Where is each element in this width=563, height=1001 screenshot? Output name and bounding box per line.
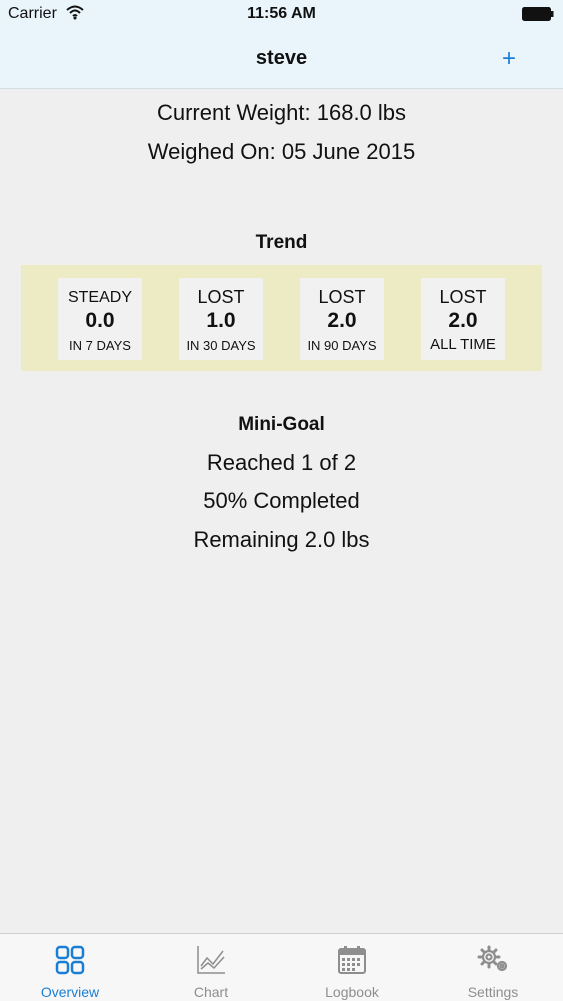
tab-label: Settings	[467, 984, 519, 1000]
trend-direction: LOST	[439, 287, 487, 307]
tab-settings[interactable]: Settings	[423, 934, 563, 1001]
trend-direction: STEADY	[67, 289, 132, 306]
calendar-icon	[338, 946, 366, 974]
tab-bar: Overview Chart Logbook Settings	[0, 933, 563, 1001]
tab-label: Logbook	[325, 984, 379, 1000]
status-time: 11:56 AM	[247, 5, 316, 22]
tab-label: Overview	[40, 984, 100, 1000]
trend-card-7-days: STEADY 0.0 IN 7 DAYS	[58, 278, 142, 360]
current-weight: Current Weight: 168.0 lbs	[156, 100, 407, 125]
trend-amount: 2.0	[327, 309, 357, 332]
top-bar: Carrier 11:56 AM steve +	[0, 0, 563, 89]
tab-overview[interactable]: Overview	[0, 934, 140, 1001]
trend-amount: 0.0	[85, 309, 115, 332]
add-button[interactable]: +	[496, 44, 522, 74]
goal-completed: 50% Completed	[203, 488, 360, 513]
trend-card-all-time: LOST 2.0 ALL TIME	[421, 278, 505, 360]
goal-remaining: Remaining 2.0 lbs	[193, 527, 370, 552]
battery-icon	[522, 7, 554, 21]
trend-amount: 1.0	[206, 309, 236, 332]
tab-logbook[interactable]: Logbook	[282, 934, 422, 1001]
gear-icon	[477, 945, 508, 972]
chart-icon	[197, 946, 225, 974]
trend-period: IN 7 DAYS	[69, 338, 131, 353]
page-title: steve	[255, 47, 308, 69]
trend-period: IN 30 DAYS	[186, 338, 256, 353]
mini-goal-heading: Mini-Goal	[238, 414, 325, 435]
trend-direction: LOST	[197, 287, 245, 307]
tab-label: Chart	[193, 984, 229, 1000]
grid-icon	[55, 945, 85, 975]
status-bar: Carrier 11:56 AM	[0, 0, 563, 30]
trend-card-30-days: LOST 1.0 IN 30 DAYS	[179, 278, 263, 360]
trend-panel: STEADY 0.0 IN 7 DAYS LOST 1.0 IN 30 DAYS…	[21, 265, 542, 371]
goal-reached: Reached 1 of 2	[206, 450, 357, 475]
trend-amount: 2.0	[448, 309, 478, 332]
trend-period: IN 90 DAYS	[307, 338, 377, 353]
tab-chart[interactable]: Chart	[141, 934, 281, 1001]
trend-card-90-days: LOST 2.0 IN 90 DAYS	[300, 278, 384, 360]
trend-heading: Trend	[255, 232, 308, 253]
trend-direction: LOST	[318, 287, 366, 307]
weighed-on-date: Weighed On: 05 June 2015	[147, 139, 416, 164]
trend-period: ALL TIME	[430, 336, 496, 353]
